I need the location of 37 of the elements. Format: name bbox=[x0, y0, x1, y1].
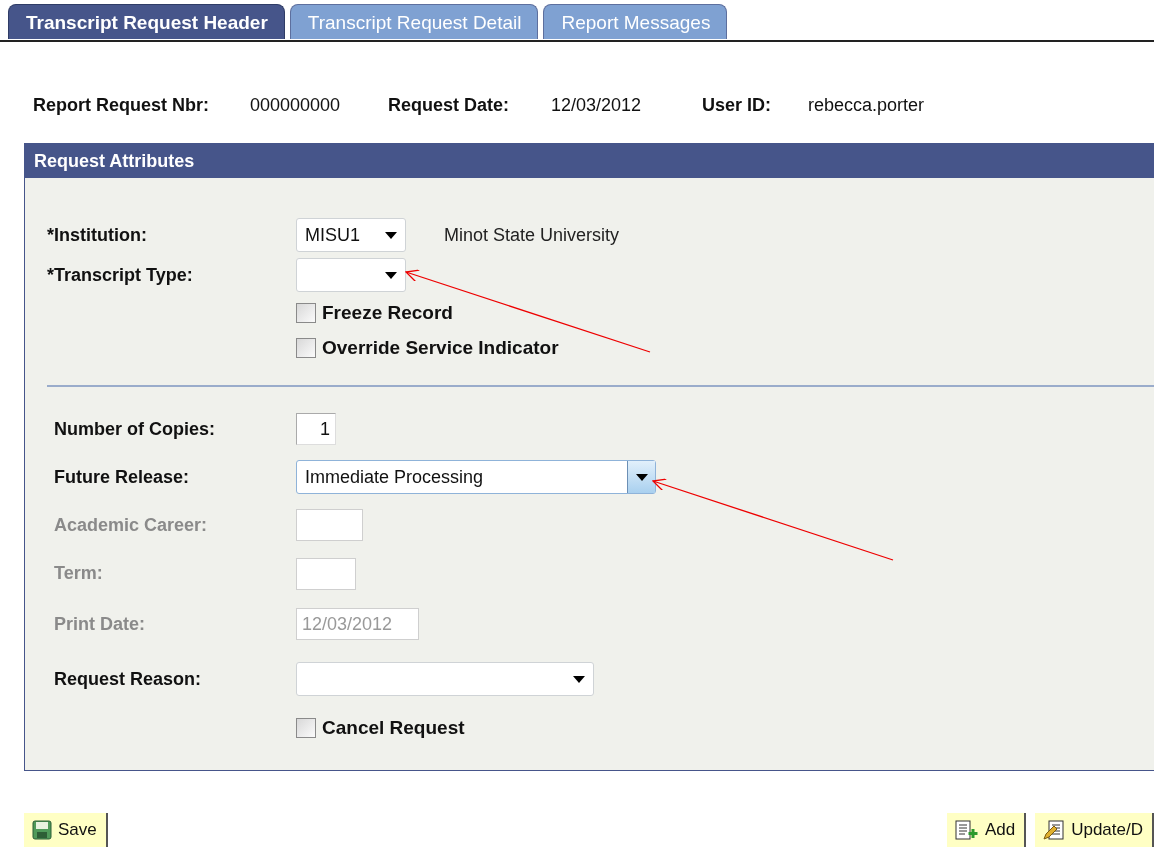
document-plus-icon bbox=[954, 820, 979, 840]
field-label: Request Date: bbox=[388, 94, 511, 116]
field-label: *Transcript Type: bbox=[47, 264, 194, 286]
panel-title: Request Attributes bbox=[25, 144, 1154, 178]
field-label: Print Date: bbox=[54, 613, 146, 635]
field-label: *Institution: bbox=[47, 224, 148, 246]
dropdown-field[interactable] bbox=[296, 662, 594, 696]
checkbox[interactable] bbox=[296, 718, 316, 738]
update-button[interactable]: Update/D bbox=[1035, 813, 1154, 847]
document-pencil-icon bbox=[1043, 820, 1066, 840]
field-label: Request Reason: bbox=[54, 668, 203, 690]
save-button[interactable]: Save bbox=[24, 813, 108, 847]
dropdown-arrow-icon bbox=[385, 231, 397, 239]
field-label: Future Release: bbox=[54, 466, 191, 488]
dropdown-field[interactable]: Immediate Processing bbox=[296, 460, 656, 494]
dropdown-field[interactable] bbox=[296, 258, 406, 292]
dropdown-arrow-icon bbox=[635, 473, 648, 481]
field-value: 12/03/2012 bbox=[551, 94, 643, 116]
dropdown-arrow-icon bbox=[385, 271, 397, 279]
add-button[interactable]: Add bbox=[946, 813, 1027, 847]
field-value: rebecca.porter bbox=[808, 94, 926, 116]
field-label: Term: bbox=[54, 563, 104, 584]
checkbox-label: Freeze Record bbox=[322, 301, 453, 324]
checkbox-label: Override Service Indicator bbox=[322, 336, 559, 359]
field-label: Report Request Nbr: bbox=[33, 94, 210, 116]
checkbox[interactable] bbox=[296, 302, 316, 323]
checkbox[interactable] bbox=[296, 337, 316, 358]
field-label: User ID: bbox=[702, 94, 773, 116]
field-value: 000000000 bbox=[250, 94, 342, 116]
input-field[interactable]: 1 bbox=[296, 413, 336, 445]
dropdown-arrow-icon bbox=[573, 675, 585, 683]
checkbox-label: Cancel Request bbox=[322, 717, 465, 739]
field-label: Number of Copies: bbox=[54, 418, 216, 440]
tab[interactable]: Transcript Request Header bbox=[8, 4, 285, 39]
field-label: Academic Career: bbox=[54, 514, 209, 536]
institution-description: Minot State University bbox=[444, 224, 620, 246]
dropdown-field[interactable]: MISU1 bbox=[296, 218, 406, 252]
